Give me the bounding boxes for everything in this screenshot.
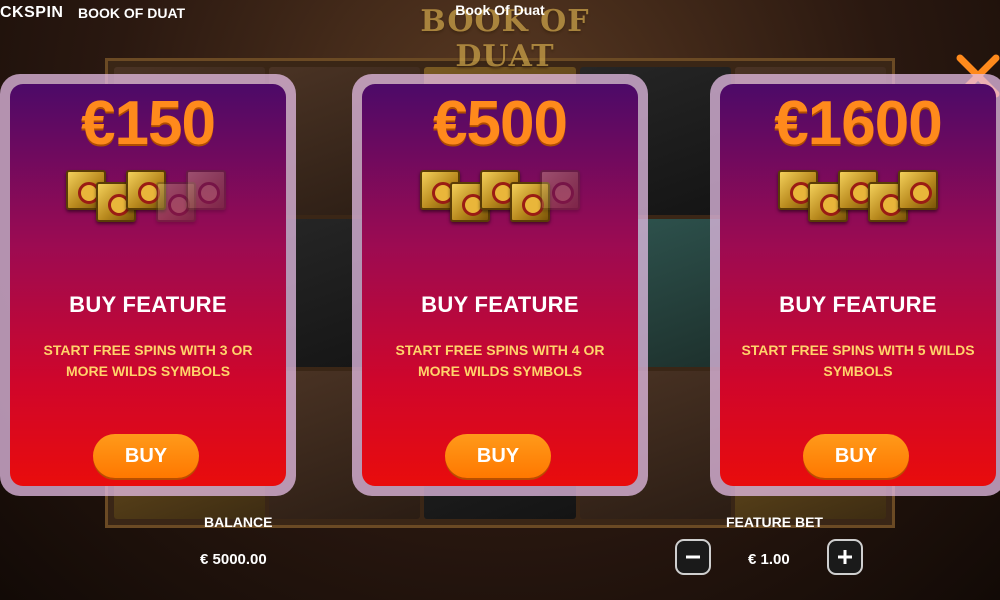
decrease-bet-button[interactable] <box>675 539 711 575</box>
card-price: €500 <box>433 89 568 158</box>
balance-value: € 5000.00 <box>200 551 267 568</box>
plus-icon <box>838 550 852 564</box>
wild-book-icon-faded <box>540 170 580 210</box>
feature-bet-label: FEATURE BET <box>726 514 823 530</box>
buy-feature-card-1600: €1600 BUY FEATURE START FREE SPINS WITH … <box>710 74 1000 496</box>
buy-button-1600[interactable]: BUY <box>803 434 909 478</box>
card-price: €150 <box>81 89 216 158</box>
buy-button-500[interactable]: BUY <box>445 434 551 478</box>
wild-book-icon <box>898 170 938 210</box>
wild-book-icon-faded <box>186 170 226 210</box>
window-title: Book Of Duat <box>455 2 545 18</box>
buy-feature-card-150: €150 BUY FEATURE START FREE SPINS WITH 3… <box>0 74 296 496</box>
balance-label: BALANCE <box>204 514 273 530</box>
card-heading: BUY FEATURE <box>779 292 937 317</box>
minus-icon <box>686 555 700 559</box>
card-description: START FREE SPINS WITH 3 OR MORE WILDS SY… <box>43 342 253 379</box>
buy-button-150[interactable]: BUY <box>93 434 199 478</box>
card-description: START FREE SPINS WITH 4 OR MORE WILDS SY… <box>395 342 605 379</box>
card-panel: €150 BUY FEATURE START FREE SPINS WITH 3… <box>10 84 286 486</box>
wild-books-row <box>720 170 996 222</box>
feature-bet-value: € 1.00 <box>748 551 790 568</box>
increase-bet-button[interactable] <box>827 539 863 575</box>
card-panel: €500 BUY FEATURE START FREE SPINS WITH 4… <box>362 84 638 486</box>
card-description: START FREE SPINS WITH 5 WILDS SYMBOLS <box>741 342 975 379</box>
wild-books-row <box>10 170 286 222</box>
card-heading: BUY FEATURE <box>69 292 227 317</box>
card-price: €1600 <box>774 89 942 158</box>
wild-books-row <box>362 170 638 222</box>
card-heading: BUY FEATURE <box>421 292 579 317</box>
card-panel: €1600 BUY FEATURE START FREE SPINS WITH … <box>720 84 996 486</box>
buy-feature-card-500: €500 BUY FEATURE START FREE SPINS WITH 4… <box>352 74 648 496</box>
